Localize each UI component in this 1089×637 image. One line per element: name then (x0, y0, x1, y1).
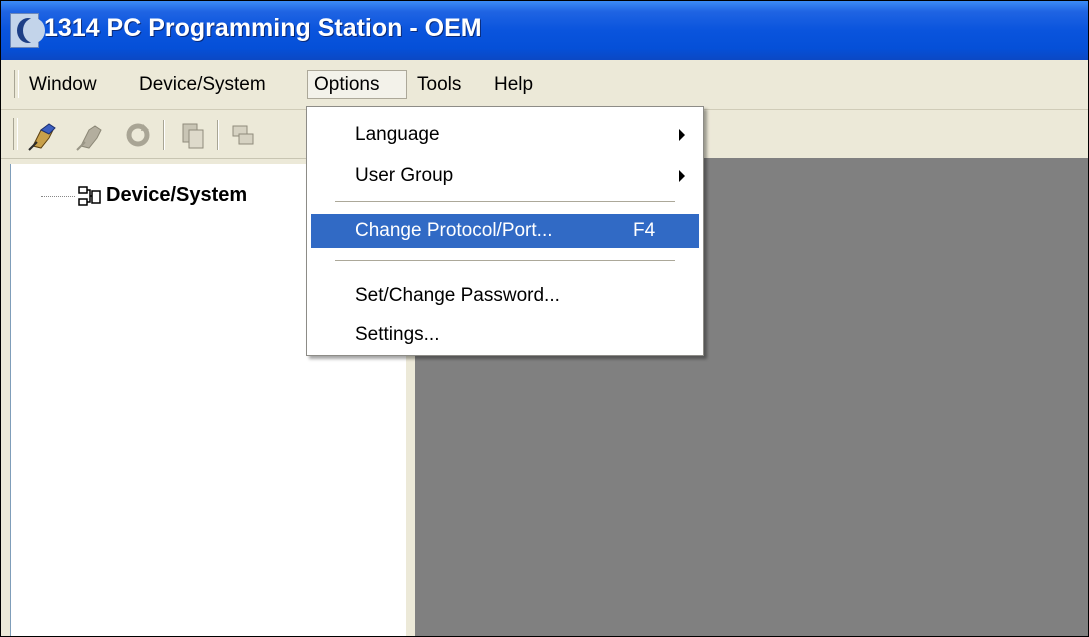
menu-item-set-change-password[interactable]: Set/Change Password... (311, 279, 699, 313)
toolbar-grip[interactable] (13, 118, 18, 150)
toolbar-separator (217, 120, 218, 150)
title-bar[interactable]: 1314 PC Programming Station - OEM (1, 1, 1088, 60)
menu-device-system[interactable]: Device/System (133, 70, 272, 99)
menu-tools[interactable]: Tools (411, 70, 467, 99)
shortcut-label: F4 (633, 220, 656, 241)
application-window: 1314 PC Programming Station - OEM Window… (0, 0, 1089, 637)
network-icon (78, 185, 102, 209)
refresh-icon[interactable] (123, 120, 153, 150)
toolbar-separator (163, 120, 164, 150)
submenu-arrow-icon (679, 170, 685, 182)
window-title: 1314 PC Programming Station - OEM (44, 14, 482, 42)
submenu-arrow-icon (679, 129, 685, 141)
menu-options[interactable]: Options (307, 70, 407, 99)
menubar-grip[interactable] (14, 70, 19, 98)
menu-item-change-protocol-port[interactable]: Change Protocol/Port... F4 (311, 214, 699, 248)
disconnect-icon[interactable] (75, 120, 105, 151)
connect-icon[interactable] (27, 120, 57, 151)
menu-window[interactable]: Window (23, 70, 103, 99)
menu-bar: Window Device/System Options Tools Help (1, 60, 1088, 110)
menu-item-settings[interactable]: Settings... (311, 318, 699, 352)
menu-help[interactable]: Help (488, 70, 539, 99)
options-dropdown-menu: Language User Group Change Protocol/Port… (306, 106, 704, 356)
app-logo-icon (10, 13, 45, 48)
menu-item-language[interactable]: Language (311, 118, 699, 152)
menu-separator (335, 260, 675, 262)
menu-separator (335, 201, 675, 203)
menu-item-user-group[interactable]: User Group (311, 159, 699, 193)
copy-icon[interactable] (177, 120, 207, 150)
window-icon[interactable] (229, 120, 259, 150)
tree-connector (41, 196, 75, 197)
tree-item-device-system[interactable]: Device/System (106, 184, 247, 207)
